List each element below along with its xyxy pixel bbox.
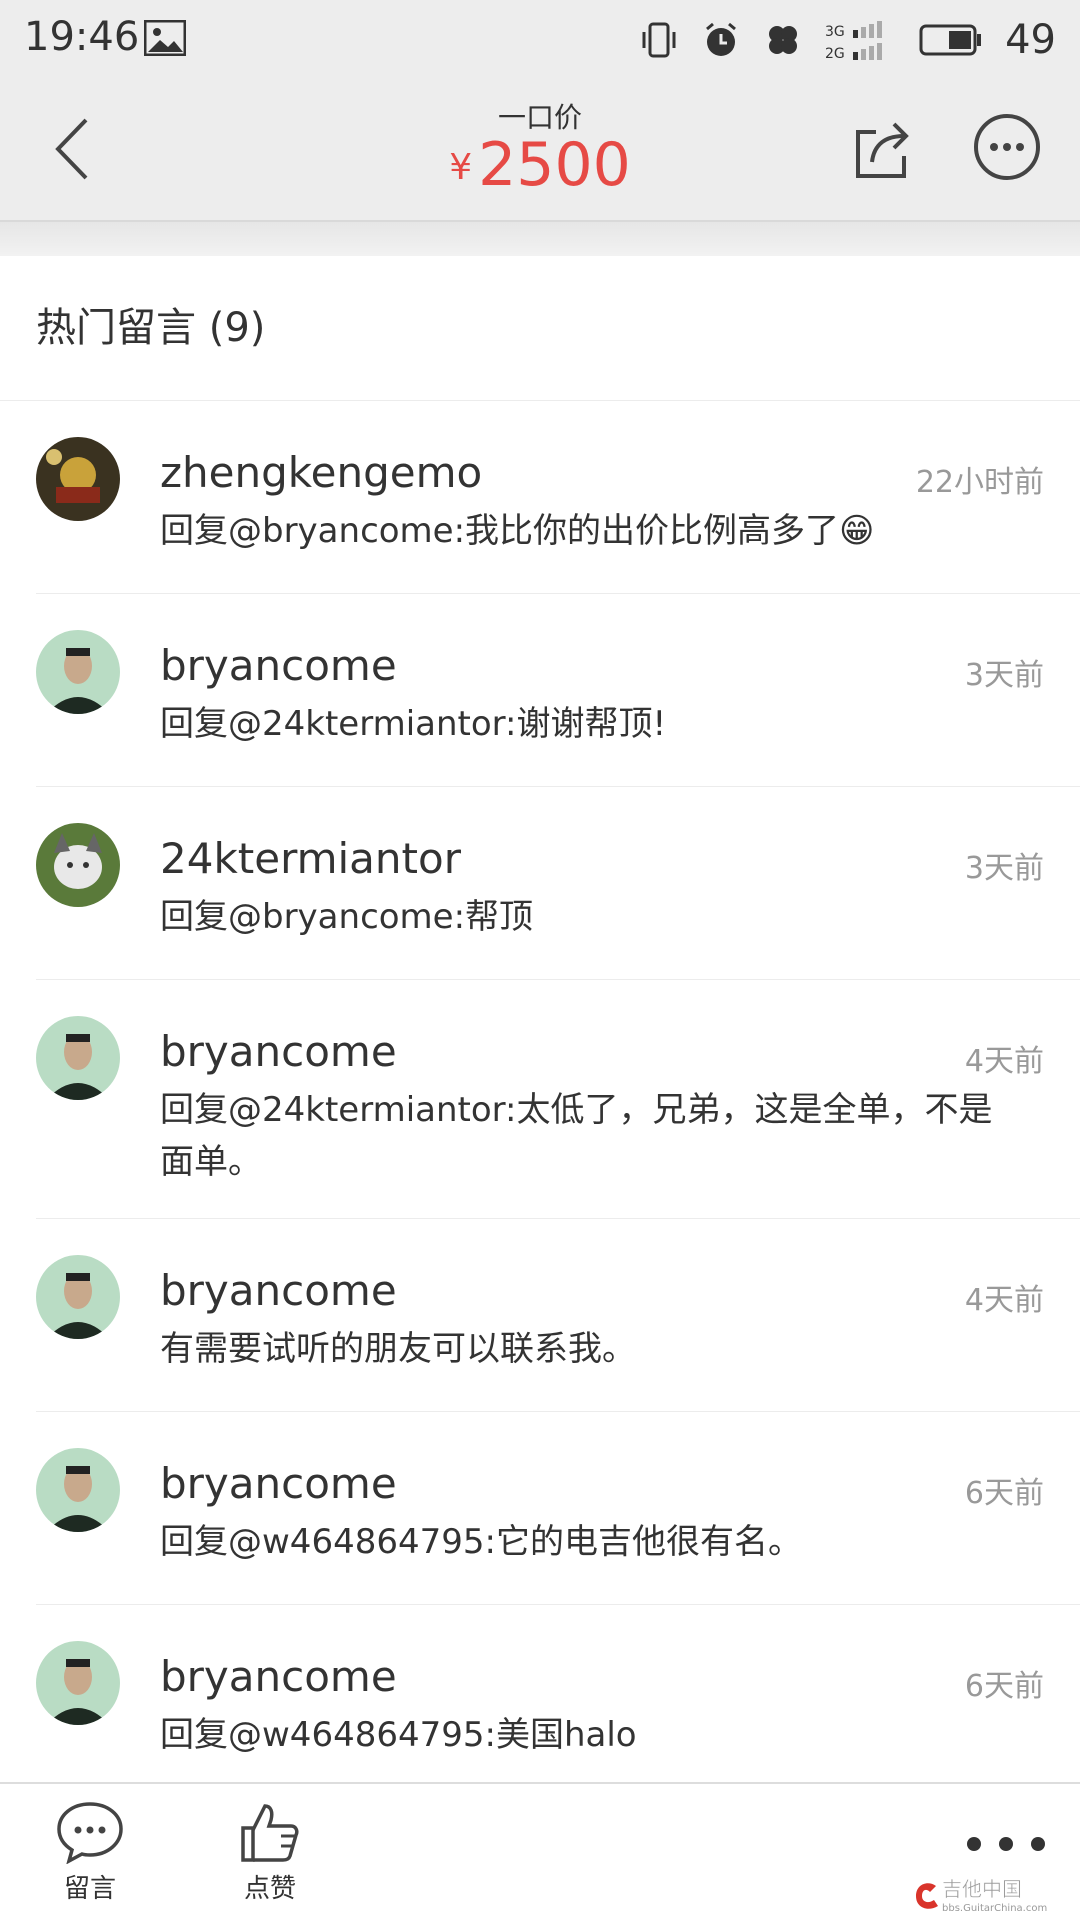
like-button[interactable]: 点赞 <box>210 1800 330 1905</box>
comment-item[interactable]: 24ktermiantor 3天前 回复@bryancome:帮顶 <box>36 787 1080 980</box>
avatar[interactable] <box>36 1448 120 1532</box>
watermark-title: 吉他中国 <box>942 1877 1022 1901</box>
bottom-action-bar: 留言 点赞 吉他中国 bbs.GuitarChina.com <box>0 1782 1080 1920</box>
comment-username[interactable]: 24ktermiantor <box>160 833 1044 885</box>
top-nav-bar: 一口价 ¥2500 <box>0 78 1080 222</box>
comment-item[interactable]: bryancome 4天前 回复@24ktermiantor:太低了，兄弟，这是… <box>36 980 1080 1219</box>
comment-text: 回复@bryancome:我比你的出价比例高多了😁 <box>160 511 875 551</box>
status-bar: 19:46 3G 2G 49 <box>0 0 1080 78</box>
comment-time: 6天前 <box>964 1669 1044 1704</box>
comment-text: 回复@bryancome:帮顶 <box>160 897 534 937</box>
comment-time: 4天前 <box>964 1044 1044 1079</box>
comment-button[interactable]: 留言 <box>30 1800 150 1905</box>
comment-button-label: 留言 <box>63 1874 116 1904</box>
divider <box>0 222 1080 256</box>
alarm-icon <box>706 22 737 56</box>
avatar[interactable] <box>36 630 120 714</box>
battery-icon <box>919 24 982 56</box>
comment-time: 6天前 <box>964 1476 1044 1511</box>
comment-username[interactable]: bryancome <box>160 1651 1044 1703</box>
comment-username[interactable]: bryancome <box>160 1026 1044 1078</box>
comment-username[interactable]: zhengkengemo <box>160 447 1044 499</box>
more-dots-icon[interactable] <box>956 1832 1056 1856</box>
comment-item[interactable]: bryancome 6天前 回复@w464864795:它的电吉他很有名。 <box>36 1412 1080 1605</box>
comments-panel: 热门留言 (9) zhengkengemo 22小时前 回复@bryancome… <box>0 256 1080 1784</box>
signal-icon: 3G 2G <box>825 21 883 62</box>
comment-time: 22小时前 <box>915 465 1044 500</box>
like-button-label: 点赞 <box>243 1874 296 1904</box>
comment-text: 回复@24ktermiantor:太低了，兄弟，这是全单，不是面单。 <box>160 1090 993 1182</box>
comment-text: 回复@w464864795:美国halo <box>160 1715 637 1755</box>
site-watermark: 吉他中国 bbs.GuitarChina.com <box>916 1877 1047 1914</box>
avatar[interactable] <box>36 1255 120 1339</box>
comment-item[interactable]: bryancome 3天前 回复@24ktermiantor:谢谢帮顶! <box>36 594 1080 787</box>
comment-item[interactable]: zhengkengemo 22小时前 回复@bryancome:我比你的出价比例… <box>36 401 1080 594</box>
comment-username[interactable]: bryancome <box>160 1265 1044 1317</box>
comment-item[interactable]: bryancome 6天前 回复@w464864795:美国halo <box>36 1605 1080 1784</box>
more-options-icon[interactable] <box>972 112 1042 182</box>
battery-level: 49 <box>1005 17 1056 63</box>
avatar[interactable] <box>36 1641 120 1725</box>
avatar[interactable] <box>36 437 120 521</box>
vibrate-icon <box>642 22 676 58</box>
gallery-notification-icon <box>144 20 186 56</box>
avatar[interactable] <box>36 1016 120 1100</box>
comment-item[interactable]: bryancome 4天前 有需要试听的朋友可以联系我。 <box>36 1219 1080 1412</box>
price-display: ¥2500 <box>0 130 1080 200</box>
comment-time: 3天前 <box>964 851 1044 886</box>
comment-text: 回复@24ktermiantor:谢谢帮顶! <box>160 704 667 744</box>
currency-symbol: ¥ <box>449 147 473 188</box>
hot-comments-heading: 热门留言 (9) <box>0 256 1080 401</box>
price-amount: 2500 <box>478 130 631 200</box>
share-icon[interactable] <box>850 116 916 182</box>
comment-username[interactable]: bryancome <box>160 1458 1044 1510</box>
avatar[interactable] <box>36 823 120 907</box>
thumbs-up-icon <box>241 1804 299 1862</box>
network-2g-label: 2G <box>825 46 845 62</box>
comment-text: 回复@w464864795:它的电吉他很有名。 <box>160 1522 802 1562</box>
speech-bubble-icon <box>57 1802 123 1864</box>
watermark-url: bbs.GuitarChina.com <box>942 1903 1047 1914</box>
network-3g-label: 3G <box>825 24 845 40</box>
comment-username[interactable]: bryancome <box>160 640 1044 692</box>
comment-time: 3天前 <box>964 658 1044 693</box>
comment-time: 4天前 <box>964 1283 1044 1318</box>
comment-text: 有需要试听的朋友可以联系我。 <box>160 1329 636 1369</box>
clover-icon <box>769 26 798 54</box>
status-time: 19:46 <box>24 14 140 60</box>
